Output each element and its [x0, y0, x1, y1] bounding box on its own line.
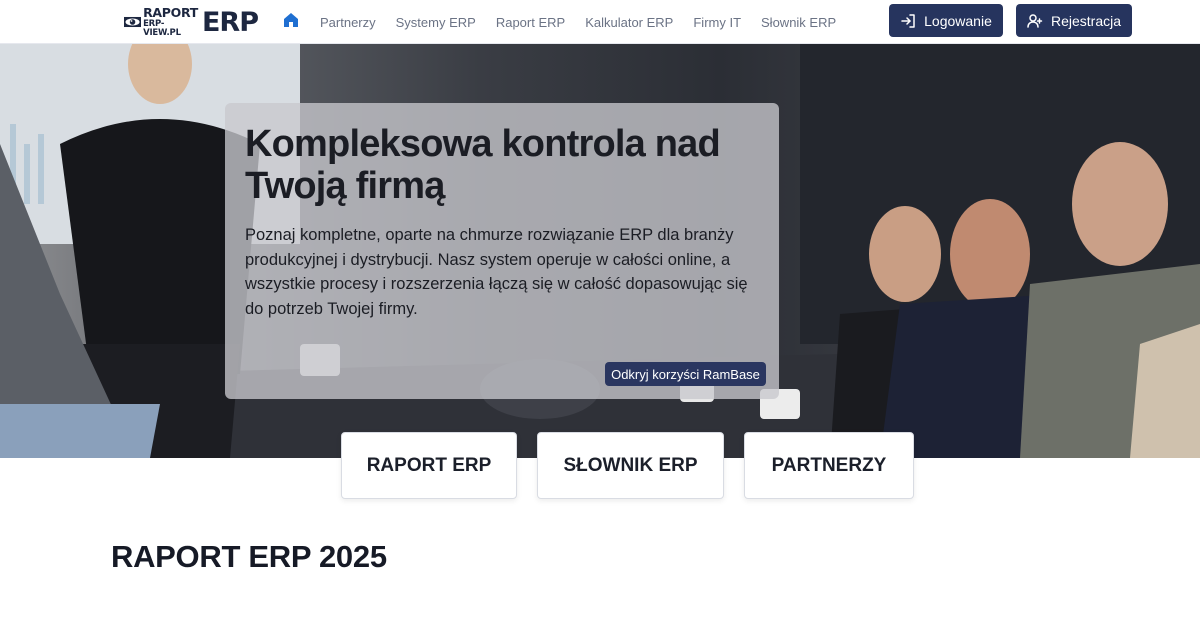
hero-card: Kompleksowa kontrola nad Twoją firmą Poz…	[225, 103, 779, 399]
nav-link-raport-erp[interactable]: Raport ERP	[496, 15, 565, 30]
logo-top-text: RAPORT	[143, 4, 198, 20]
register-label: Rejestracja	[1050, 12, 1122, 29]
hero-description: Poznaj kompletne, oparte na chmurze rozw…	[245, 226, 748, 318]
eye-logo-icon	[124, 16, 142, 28]
user-plus-icon	[1027, 13, 1043, 28]
quick-link-raport-erp[interactable]: RAPORT ERP	[341, 432, 517, 499]
nav-link-slownik-erp[interactable]: Słownik ERP	[761, 15, 836, 30]
quick-link-slownik-erp[interactable]: SŁOWNIK ERP	[537, 432, 724, 499]
login-icon	[901, 13, 915, 28]
register-button[interactable]: Rejestracja	[1016, 4, 1132, 37]
nav-link-kalkulator-erp[interactable]: Kalkulator ERP	[585, 15, 673, 30]
quick-link-partnerzy[interactable]: PARTNERZY	[744, 432, 914, 499]
home-icon[interactable]	[283, 12, 299, 28]
logo-wordmark: RAPORT ERP-VIEW.PL	[143, 4, 198, 38]
logo-sub-text: ERP-VIEW.PL	[143, 19, 181, 38]
login-label: Logowanie	[924, 12, 992, 29]
hero-title: Kompleksowa kontrola nad Twoją firmą	[245, 123, 721, 207]
hero-section: Kompleksowa kontrola nad Twoją firmą Poz…	[0, 44, 1200, 458]
main-nav: Partnerzy Systemy ERP Raport ERP Kalkula…	[310, 0, 846, 44]
login-button[interactable]: Logowanie	[889, 4, 1003, 37]
nav-link-partnerzy[interactable]: Partnerzy	[320, 15, 376, 30]
nav-link-systemy-erp[interactable]: Systemy ERP	[396, 15, 476, 30]
hero-cta-button[interactable]: Odkryj korzyści RamBase	[605, 362, 766, 386]
logo-erp-text: ERP	[201, 6, 259, 38]
site-logo[interactable]: RAPORT ERP-VIEW.PL ERP	[124, 4, 259, 38]
nav-link-firmy-it[interactable]: Firmy IT	[693, 15, 741, 30]
section-title: RAPORT ERP 2025	[111, 539, 387, 574]
top-navbar: RAPORT ERP-VIEW.PL ERP Partnerzy Systemy…	[0, 0, 1200, 44]
